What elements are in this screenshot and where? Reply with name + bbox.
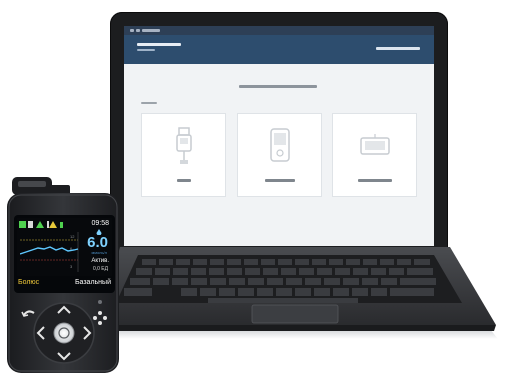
card-caption-bar xyxy=(264,179,295,182)
device-card-pump xyxy=(237,113,322,197)
status-icons xyxy=(19,221,63,228)
reservoir-icon xyxy=(28,221,33,228)
browser-dot xyxy=(130,29,134,32)
active-insulin-label: Актив. xyxy=(91,258,109,264)
device-card-uploader xyxy=(332,113,417,197)
pump-time: 09:58 xyxy=(91,220,109,227)
sensor-icon xyxy=(60,222,63,228)
pump-display: 09:58 12 6 3 6.0 ммоль/л Актив. 0,0 ЕД xyxy=(17,218,112,276)
svg-text:12: 12 xyxy=(70,234,75,239)
pump-device-icon xyxy=(269,128,290,162)
active-insulin-value: 0,0 ЕД xyxy=(92,266,108,272)
trackpad xyxy=(251,304,339,324)
insulin-pump-device: 09:58 12 6 3 6.0 ммоль/л Актив. 0,0 ЕД Б… xyxy=(0,173,124,374)
connection-icon xyxy=(36,221,44,228)
meter-device-icon xyxy=(175,127,192,164)
app-header xyxy=(124,35,434,64)
app-brand-subtitle xyxy=(137,49,155,51)
browser-chrome-bar xyxy=(124,26,434,35)
glucose-unit: ммоль/л xyxy=(91,250,108,255)
bolus-softkey[interactable]: Болюс xyxy=(18,278,39,287)
laptop-keyboard-deck xyxy=(98,247,498,339)
product-photo-scene: 09:58 12 6 3 6.0 ммоль/л Актив. 0,0 ЕД Б… xyxy=(0,0,505,381)
laptop-screen xyxy=(124,26,434,246)
app-brand-logo xyxy=(137,43,181,46)
battery-icon xyxy=(19,221,26,228)
device-card-meter xyxy=(141,113,226,197)
card-caption-bar xyxy=(176,179,191,182)
page-title-bar xyxy=(239,85,317,88)
svg-text:3: 3 xyxy=(70,264,73,269)
pump-display-bezel: 09:58 12 6 3 6.0 ммоль/л Актив. 0,0 ЕД Б… xyxy=(14,215,115,293)
uploader-device-icon xyxy=(359,134,390,155)
pump-softkeys: Болюс Базальный xyxy=(17,277,112,289)
section-label-bar xyxy=(141,102,157,104)
device-selection-page xyxy=(124,64,434,246)
browser-tab xyxy=(142,29,160,32)
card-caption-bar xyxy=(357,179,392,182)
glucose-trend-graph: 12 6 3 xyxy=(20,232,79,272)
alert-icon xyxy=(49,221,57,228)
basal-softkey[interactable]: Базальный xyxy=(75,278,111,287)
glucose-reading: 6.0 xyxy=(87,234,108,251)
header-right-links xyxy=(376,47,420,50)
signal-icon xyxy=(47,221,49,228)
browser-dot xyxy=(136,29,140,32)
